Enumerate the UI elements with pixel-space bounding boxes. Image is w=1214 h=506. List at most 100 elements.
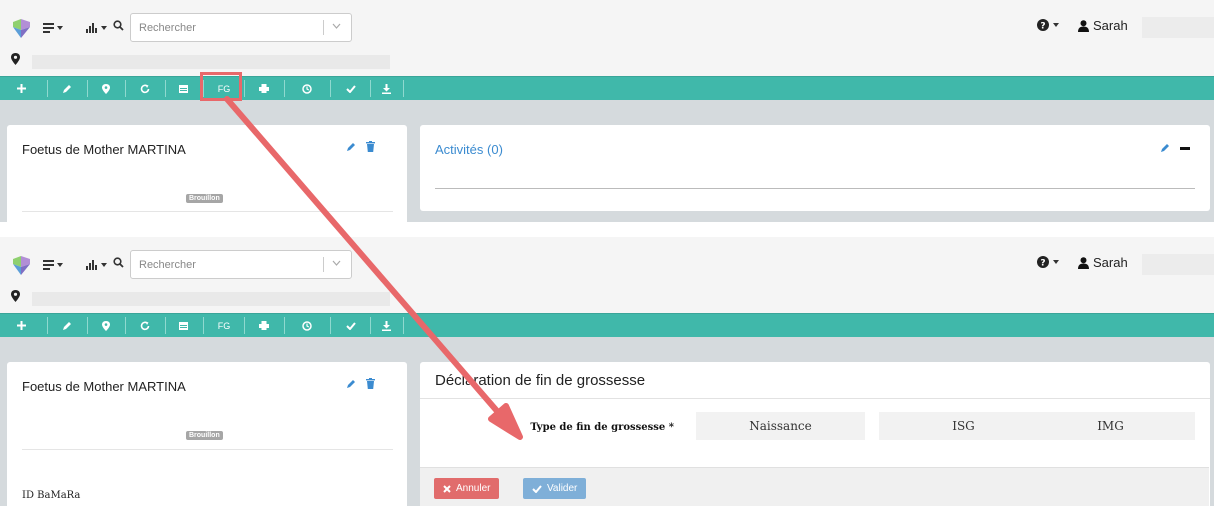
check-icon [345, 84, 356, 93]
refresh-button[interactable] [127, 314, 163, 337]
clock-icon [302, 320, 312, 331]
add-button[interactable] [6, 314, 36, 337]
app-logo[interactable] [11, 18, 32, 39]
chevron-down-icon[interactable] [332, 23, 341, 29]
bar-chart-icon [86, 23, 97, 33]
svg-text:?: ? [1040, 21, 1045, 31]
divider [22, 211, 393, 212]
option-naissance[interactable]: Naissance [696, 412, 865, 440]
option-isg[interactable]: ISG [879, 412, 1048, 440]
collapse-icon[interactable] [1180, 146, 1190, 150]
search-input[interactable] [131, 14, 321, 41]
screenshot-after: ? Sarah FG [0, 237, 1214, 506]
chevron-down-icon[interactable] [332, 260, 341, 266]
toolbar-divider [370, 80, 371, 97]
pencil-icon[interactable] [346, 142, 356, 152]
divider [420, 398, 1210, 399]
trash-icon[interactable] [366, 141, 375, 152]
print-button[interactable] [246, 77, 282, 100]
fg-button[interactable]: FG [205, 314, 243, 337]
menu-dropdown[interactable] [43, 257, 63, 273]
location-button[interactable] [88, 77, 123, 100]
patient-card-actions [346, 141, 375, 152]
trash-icon[interactable] [366, 378, 375, 389]
toolbar-divider [203, 317, 204, 334]
caret-down-icon [57, 263, 63, 267]
activities-actions [1160, 143, 1190, 153]
edit-button[interactable] [50, 314, 84, 337]
activities-title[interactable]: Activités (0) [435, 142, 503, 157]
check-icon [345, 321, 356, 330]
list-icon [43, 260, 54, 270]
stats-dropdown[interactable] [86, 257, 107, 273]
user-icon [1078, 256, 1089, 269]
calendar-button[interactable] [166, 77, 200, 100]
option-img[interactable]: IMG [1026, 412, 1195, 440]
add-button[interactable] [6, 77, 36, 100]
clock-icon [302, 83, 312, 94]
toolbar-divider [284, 317, 285, 334]
status-badge: Brouillon [186, 431, 223, 440]
download-button[interactable] [372, 77, 400, 100]
download-button[interactable] [372, 314, 400, 337]
action-toolbar: FG [0, 76, 1214, 100]
activities-card: Activités (0) [420, 125, 1210, 211]
toolbar-divider [125, 80, 126, 97]
print-icon [259, 84, 269, 93]
question-icon: ? [1037, 19, 1049, 31]
pencil-icon[interactable] [1160, 143, 1170, 153]
refresh-button[interactable] [127, 77, 163, 100]
toolbar-divider [47, 317, 48, 334]
submit-label: Valider [547, 483, 578, 494]
user-menu[interactable]: Sarah [1078, 18, 1128, 33]
refresh-icon [140, 84, 150, 93]
check-icon [532, 484, 542, 493]
history-button[interactable] [286, 314, 328, 337]
user-name: Sarah [1093, 18, 1128, 33]
validate-button[interactable] [332, 314, 369, 337]
user-menu[interactable]: Sarah [1078, 255, 1128, 270]
patient-card-title: Foetus de Mother MARTINA [22, 142, 186, 157]
search-box[interactable] [130, 250, 352, 279]
search-divider [323, 257, 324, 272]
calendar-button[interactable] [166, 314, 200, 337]
cancel-button[interactable]: Annuler [434, 478, 500, 499]
search-box[interactable] [130, 13, 352, 42]
toolbar-divider [47, 80, 48, 97]
toolbar-divider [403, 80, 404, 97]
edit-button[interactable] [50, 77, 84, 100]
plus-icon [16, 84, 26, 93]
user-name: Sarah [1093, 255, 1128, 270]
print-button[interactable] [246, 314, 282, 337]
close-icon [443, 484, 451, 493]
patient-card-title: Foetus de Mother MARTINA [22, 379, 186, 394]
cancel-label: Annuler [456, 483, 491, 494]
top-navbar: ? Sarah [0, 0, 1214, 76]
pencil-icon [63, 84, 71, 93]
toolbar-divider [244, 80, 245, 97]
toolbar-divider [403, 317, 404, 334]
history-button[interactable] [286, 77, 328, 100]
pencil-icon[interactable] [346, 379, 356, 389]
bar-chart-icon [86, 260, 97, 270]
help-dropdown[interactable]: ? [1037, 19, 1059, 31]
user-extra-area [1142, 254, 1214, 275]
print-icon [259, 321, 269, 330]
search-input[interactable] [131, 251, 321, 278]
caret-down-icon [101, 26, 107, 30]
submit-button[interactable]: Valider [523, 478, 587, 499]
validate-button[interactable] [332, 77, 369, 100]
screenshot-before: ? Sarah FG [0, 0, 1214, 222]
toolbar-divider [370, 317, 371, 334]
menu-dropdown[interactable] [43, 20, 63, 36]
divider [435, 188, 1195, 189]
stats-dropdown[interactable] [86, 20, 107, 36]
refresh-icon [140, 321, 150, 330]
search-icon [113, 20, 124, 31]
caret-down-icon [101, 263, 107, 267]
help-dropdown[interactable]: ? [1037, 256, 1059, 268]
caret-down-icon [1053, 260, 1059, 264]
app-logo[interactable] [11, 255, 32, 276]
status-badge: Brouillon [186, 194, 223, 203]
location-button[interactable] [88, 314, 123, 337]
